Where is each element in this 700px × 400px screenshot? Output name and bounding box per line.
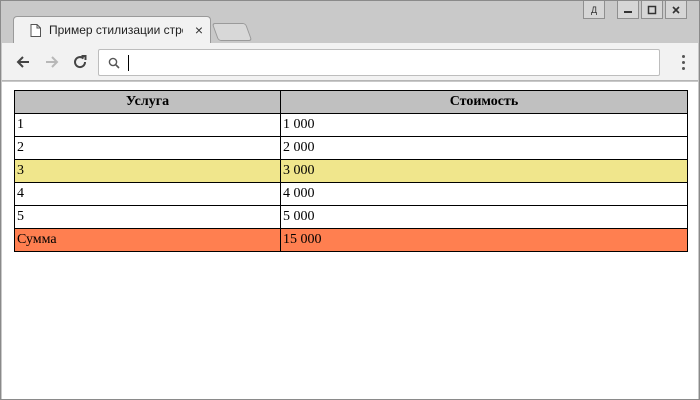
cell-price: 4 000	[280, 182, 688, 206]
window-controls: Д	[581, 1, 687, 21]
user-profile-button[interactable]: Д	[583, 1, 605, 19]
menu-button[interactable]	[678, 52, 688, 72]
restore-button[interactable]	[641, 1, 663, 19]
header-service: Услуга	[14, 90, 281, 114]
address-input[interactable]	[127, 52, 647, 73]
browser-window: Пример стилизации строк × Д Услуга Стоим…	[0, 0, 700, 400]
tab-strip: Пример стилизации строк × Д	[1, 1, 699, 45]
search-icon	[107, 56, 121, 70]
arrow-left-icon	[16, 56, 29, 68]
cell-service: 4	[14, 182, 281, 206]
browser-toolbar	[2, 43, 698, 81]
page-viewport: Услуга Стоимость 1 1 000 2 2 000 3 3 000	[2, 82, 698, 399]
table-row-highlighted: 3 3 000	[14, 159, 688, 183]
cell-price: 1 000	[280, 113, 688, 137]
cell-service: 3	[14, 159, 281, 183]
table-total-row: Сумма 15 000	[14, 228, 688, 252]
cell-price: 5 000	[280, 205, 688, 229]
table-row: 1 1 000	[14, 113, 688, 137]
cell-service: 5	[14, 205, 281, 229]
close-button[interactable]	[665, 1, 687, 19]
back-button[interactable]	[12, 51, 34, 73]
active-tab[interactable]: Пример стилизации строк ×	[21, 17, 207, 43]
cell-price: 3 000	[280, 159, 688, 183]
cell-total-price: 15 000	[280, 228, 688, 252]
cell-price: 2 000	[280, 136, 688, 160]
new-tab-button[interactable]	[211, 23, 253, 41]
tab-close-icon[interactable]: ×	[191, 22, 207, 38]
document-icon	[29, 23, 41, 37]
minimize-button[interactable]	[617, 1, 639, 19]
table-header-row: Услуга Стоимость	[14, 90, 688, 114]
cell-total-label: Сумма	[14, 228, 281, 252]
cell-service: 1	[14, 113, 281, 137]
cell-service: 2	[14, 136, 281, 160]
table-row: 5 5 000	[14, 205, 688, 229]
menu-dot	[681, 66, 685, 70]
forward-button[interactable]	[41, 51, 63, 73]
reload-button[interactable]	[69, 51, 91, 73]
address-bar[interactable]	[98, 49, 660, 76]
menu-dot	[681, 54, 685, 58]
header-price: Стоимость	[280, 90, 688, 114]
menu-dot	[681, 60, 685, 64]
services-table: Услуга Стоимость 1 1 000 2 2 000 3 3 000	[14, 90, 688, 252]
tab-title: Пример стилизации строк	[49, 23, 183, 37]
table-row: 2 2 000	[14, 136, 688, 160]
arrow-right-icon	[46, 56, 59, 68]
table-row: 4 4 000	[14, 182, 688, 206]
reload-icon	[74, 55, 87, 69]
text-caret	[128, 55, 129, 71]
